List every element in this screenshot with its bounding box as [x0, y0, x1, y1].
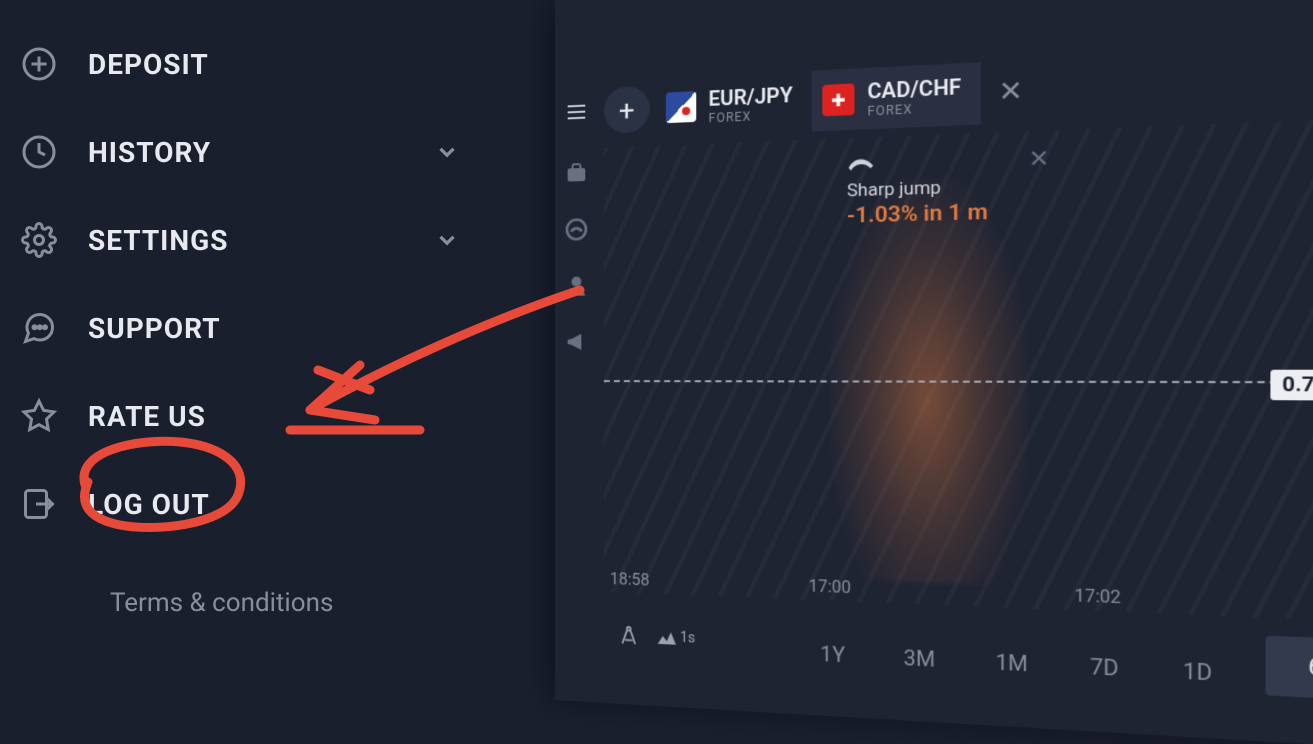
- price-chart[interactable]: Sharp jump -1.03% in 1 m ✕ 0.77498 0.775…: [604, 116, 1313, 623]
- tooltip-close-button[interactable]: ✕: [1028, 146, 1049, 174]
- star-icon: [20, 397, 58, 435]
- x-axis-tick: 18:58: [610, 569, 650, 590]
- add-asset-button[interactable]: +: [604, 85, 650, 134]
- compass-icon[interactable]: [618, 624, 640, 647]
- trading-stage: ⌄ $10000 DEMO + EUR/JPY FOREX ✚: [555, 0, 1313, 744]
- timeframe-3m[interactable]: 3M: [893, 638, 947, 679]
- bear-icon: [847, 154, 875, 174]
- chevron-down-icon: [434, 139, 460, 165]
- timeframe-1y[interactable]: 1Y: [809, 634, 855, 674]
- menu-item-support[interactable]: SUPPORT: [20, 284, 500, 372]
- chart-tool-rail: [555, 158, 598, 356]
- trading-panel: ⌄ $10000 DEMO + EUR/JPY FOREX ✚: [555, 0, 1313, 744]
- close-tab-button[interactable]: ✕: [988, 69, 1033, 114]
- menu-item-settings[interactable]: SETTINGS: [20, 196, 500, 284]
- timeframe-1d[interactable]: 1D: [1171, 650, 1224, 693]
- flag-ca-ch-icon: ✚: [822, 83, 854, 116]
- asset-market: FOREX: [867, 100, 961, 119]
- menu-item-logout[interactable]: LOG OUT: [20, 460, 500, 548]
- menu-item-deposit[interactable]: DEPOSIT: [20, 20, 500, 108]
- menu-label: SUPPORT: [88, 312, 221, 345]
- asset-tab-eurjpy[interactable]: EUR/JPY FOREX: [656, 71, 812, 138]
- timeframe-list: 1Y 3M 1M 7D 1D 6m: [809, 616, 1313, 702]
- current-price-value: 0.77498: [1282, 373, 1313, 397]
- terms-link[interactable]: Terms & conditions: [110, 588, 500, 618]
- menu-label: RATE US: [88, 400, 206, 433]
- asset-pair: CAD/CHF: [867, 74, 961, 104]
- menu-label: LOG OUT: [88, 488, 210, 521]
- balance-widget[interactable]: ⌄ $10000 DEMO: [1255, 0, 1313, 14]
- flag-eu-jp-icon: [666, 91, 696, 123]
- asset-pair: EUR/JPY: [709, 82, 793, 111]
- clock-icon: [20, 133, 58, 171]
- signal-icon[interactable]: [563, 215, 590, 244]
- x-axis-tick: 17:02: [1074, 585, 1120, 608]
- tooltip-value: -1.03% in 1 m: [847, 200, 988, 229]
- chart-tools: 1s: [604, 623, 695, 650]
- price-tooltip: Sharp jump -1.03% in 1 m: [840, 146, 994, 234]
- user-icon[interactable]: [563, 271, 590, 300]
- chat-icon: [20, 309, 58, 347]
- timeframe-6m[interactable]: 6m: [1266, 635, 1313, 701]
- interval-label: 1s: [680, 630, 695, 647]
- main-menu: DEPOSIT HISTORY SETTINGS: [0, 0, 500, 618]
- gear-icon: [20, 221, 58, 259]
- timeframe-strip: 1s 1Y 3M 1M 7D 1D 6m: [604, 604, 1313, 706]
- timeframe-7d[interactable]: 7D: [1079, 646, 1131, 688]
- menu-label: SETTINGS: [88, 224, 228, 257]
- balance-type: DEMO: [1255, 0, 1313, 14]
- logout-icon: [20, 485, 58, 523]
- megaphone-icon[interactable]: [563, 328, 590, 356]
- chevron-down-icon: [434, 227, 460, 253]
- asset-market: FOREX: [709, 107, 793, 125]
- chart-type-button[interactable]: 1s: [658, 629, 696, 647]
- x-axis-tick: 17:00: [809, 576, 852, 597]
- menu-item-history[interactable]: HISTORY: [20, 108, 500, 196]
- menu-label: HISTORY: [88, 136, 211, 169]
- menu-label: DEPOSIT: [88, 48, 209, 81]
- timeframe-1m[interactable]: 1M: [984, 642, 1039, 684]
- current-price-tag: 0.77498: [1270, 370, 1313, 401]
- plus-circle-icon: [20, 45, 58, 83]
- menu-item-rateus[interactable]: RATE US: [20, 372, 500, 460]
- tooltip-title: Sharp jump: [847, 176, 988, 202]
- hamburger-icon[interactable]: [555, 89, 598, 135]
- briefcase-icon[interactable]: [563, 159, 590, 188]
- asset-tab-cadchf[interactable]: ✚ CAD/CHF FOREX: [812, 62, 982, 131]
